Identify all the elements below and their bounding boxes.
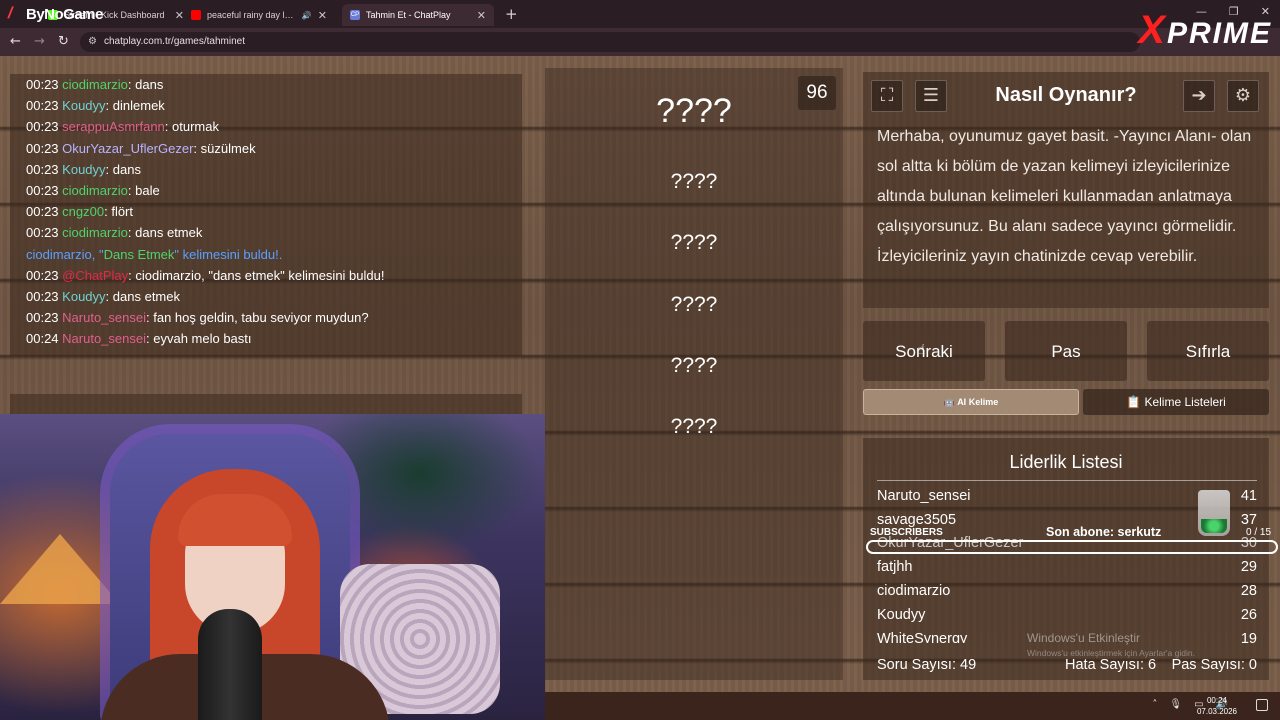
url-text: chatplay.com.tr/games/tahminet bbox=[104, 36, 245, 47]
forbidden-word: ???? bbox=[670, 231, 718, 254]
chat-user: ciodimarzio bbox=[62, 182, 128, 198]
target-word: ???? bbox=[656, 92, 732, 130]
site-info-icon[interactable]: ⚙ bbox=[88, 32, 97, 52]
taskbar: ˄ 🎙 ▭ 🔊 00:24 07.03.2026 bbox=[545, 692, 1280, 720]
chat-line: 00:23 Koudyy: dans etmek bbox=[26, 288, 180, 304]
chat-line: 00:23 ciodimarzio: dans etmek bbox=[26, 225, 203, 241]
error-count: Hata Sayısı: 6 bbox=[1065, 657, 1157, 673]
subscribers-label: SUBSCRIBERS bbox=[870, 527, 943, 538]
chat-line: 00:23 @ChatPlay: ciodimarzio, "dans etme… bbox=[26, 267, 385, 283]
leaderboard-title: Liderlik Listesi bbox=[1009, 452, 1123, 472]
chat-line: 00:24 Naruto_sensei: eyvah melo bastı bbox=[26, 331, 252, 347]
leaderboard-row: ciodimarzio 28 bbox=[877, 583, 1257, 599]
chat-user: serappuAsmrfann bbox=[62, 119, 165, 135]
ai-word-button[interactable]: 🤖 AI Kelime bbox=[863, 389, 1079, 415]
notification-icon[interactable] bbox=[1256, 699, 1268, 711]
chat-user: ciodimarzio bbox=[62, 225, 128, 241]
chat-line: 00:23 Koudyy: dans bbox=[26, 161, 141, 177]
clipboard-icon: 📋 bbox=[1126, 395, 1142, 409]
subscriber-jar-icon bbox=[1198, 490, 1230, 536]
chat-line: 00:23 Naruto_sensei: fan hoş geldin, tab… bbox=[26, 310, 369, 326]
subscriber-goal-bar bbox=[866, 540, 1278, 554]
xprime-logo: XPRIME bbox=[1138, 8, 1272, 53]
chat-line: 00:23 cngz00: flört bbox=[26, 204, 133, 220]
new-tab-icon[interactable]: + bbox=[505, 5, 518, 23]
xprime-x: X bbox=[1138, 8, 1167, 52]
word-lists-button[interactable]: 📋 Kelime Listeleri bbox=[1083, 389, 1269, 415]
chat-line: 00:23 OkurYazar_UflerGezer: süzülmek bbox=[26, 140, 256, 156]
clock-time: 00:24 bbox=[1206, 696, 1228, 705]
chat-line: 00:23 ciodimarzio: bale bbox=[26, 182, 160, 198]
reload-icon[interactable]: ↻ bbox=[58, 34, 69, 49]
speaker-icon[interactable]: 🔊 bbox=[302, 11, 312, 20]
close-icon[interactable]: ✕ bbox=[477, 9, 486, 22]
chat-panel: 00:23 ciodimarzio: dans 00:23 Koudyy: di… bbox=[10, 74, 522, 356]
chat-user: Koudyy bbox=[62, 288, 106, 304]
subscriber-count: 0 / 15 bbox=[1246, 527, 1272, 538]
webcam-feed bbox=[0, 414, 545, 720]
chat-input-area bbox=[10, 394, 522, 414]
chatplay-icon: CP bbox=[350, 10, 360, 20]
chevron-up-icon[interactable]: ˄ bbox=[1152, 699, 1157, 710]
chat-user: Naruto_sensei bbox=[62, 310, 146, 326]
reset-button[interactable]: Sıfırla bbox=[1147, 321, 1269, 381]
youtube-icon bbox=[191, 10, 201, 20]
exit-icon[interactable]: ➔ bbox=[1183, 80, 1215, 112]
address-bar-row: ← → ↻ ⚙ chatplay.com.tr/games/tahminet bbox=[0, 28, 1280, 56]
taskbar-clock[interactable]: 00:24 07.03.2026 bbox=[1192, 695, 1242, 717]
microphone-icon[interactable]: 🎙 bbox=[1169, 699, 1182, 710]
chat-user: cngz00 bbox=[62, 204, 105, 220]
chat-user: Koudyy bbox=[62, 161, 106, 177]
gear-icon[interactable]: ⚙ bbox=[1227, 80, 1259, 112]
chat-system-line: ciodimarzio, "Dans Etmek" kelimesini bul… bbox=[26, 246, 283, 262]
url-field[interactable]: ⚙ chatplay.com.tr/games/tahminet bbox=[80, 32, 1140, 52]
bynogame-mark-icon: / bbox=[6, 5, 14, 22]
forbidden-word: ???? bbox=[670, 415, 718, 438]
forbidden-word: ???? bbox=[670, 170, 718, 193]
mouse-cursor-icon: ☝ bbox=[917, 342, 926, 358]
forbidden-word: ???? bbox=[670, 293, 718, 316]
leaderboard-row: Koudyy 26 bbox=[877, 607, 1257, 623]
chat-line: 00:23 serappuAsmrfann: oturmak bbox=[26, 119, 219, 135]
close-icon[interactable]: ✕ bbox=[318, 9, 327, 22]
bynogame-text: ByNoGame bbox=[26, 5, 103, 23]
forward-icon[interactable]: → bbox=[34, 34, 45, 49]
pass-button[interactable]: Pas bbox=[1005, 321, 1127, 381]
windows-activation-sub: Windows'u etkinleştirmek için Ayarlar'a … bbox=[1027, 648, 1195, 658]
pass-count: Pas Sayısı: 0 bbox=[1171, 657, 1257, 673]
robot-icon: 🤖 bbox=[943, 397, 956, 407]
tab-bar: / ByNoGame Stream - Kick Dashboard ✕ pea… bbox=[0, 0, 1280, 28]
tab-label: Tahmin Et - ChatPlay bbox=[366, 10, 451, 20]
chat-line: 00:23 ciodimarzio: dans bbox=[26, 77, 164, 92]
back-icon[interactable]: ← bbox=[10, 34, 21, 49]
chat-user: ciodimarzio bbox=[62, 77, 128, 92]
chat-user: OkurYazar_UflerGezer bbox=[62, 140, 194, 156]
question-count: Soru Sayısı: 49 bbox=[877, 657, 977, 673]
how-to-play-panel: ⛶ ☰ Nasıl Oynanır? ➔ ⚙ Merhaba, oyunumuz… bbox=[863, 72, 1269, 308]
chat-user: Koudyy bbox=[62, 98, 106, 114]
clock-date: 07.03.2026 bbox=[1196, 707, 1238, 716]
chat-user: Naruto_sensei bbox=[62, 331, 146, 347]
leaderboard-row: fatjhh 29 bbox=[877, 559, 1257, 575]
chat-user: @ChatPlay bbox=[62, 267, 129, 283]
bynogame-logo: / ByNoGame bbox=[6, 3, 103, 25]
xprime-text: PRIME bbox=[1166, 17, 1272, 50]
chat-line: 00:23 Koudyy: dinlemek bbox=[26, 98, 165, 114]
tab-label: peaceful rainy day lofi ☁ bbox=[207, 9, 296, 20]
tab-chatplay[interactable]: CP Tahmin Et - ChatPlay ✕ bbox=[342, 4, 494, 26]
how-to-play-text: Merhaba, oyunumuz gayet basit. -Yayıncı … bbox=[877, 128, 1252, 265]
lamp bbox=[0, 534, 120, 604]
divider bbox=[877, 480, 1257, 481]
word-board: 96 ???? ???? ???? ???? ???? ???? bbox=[545, 68, 843, 680]
tab-lofi[interactable]: peaceful rainy day lofi ☁ 🔊 ✕ bbox=[183, 4, 335, 26]
windows-activation-watermark: Windows'u Etkinleştir bbox=[1027, 631, 1140, 645]
forbidden-word: ???? bbox=[670, 354, 718, 377]
last-subscriber: Son abone: serkutz bbox=[1046, 525, 1162, 539]
microphone bbox=[198, 609, 262, 720]
